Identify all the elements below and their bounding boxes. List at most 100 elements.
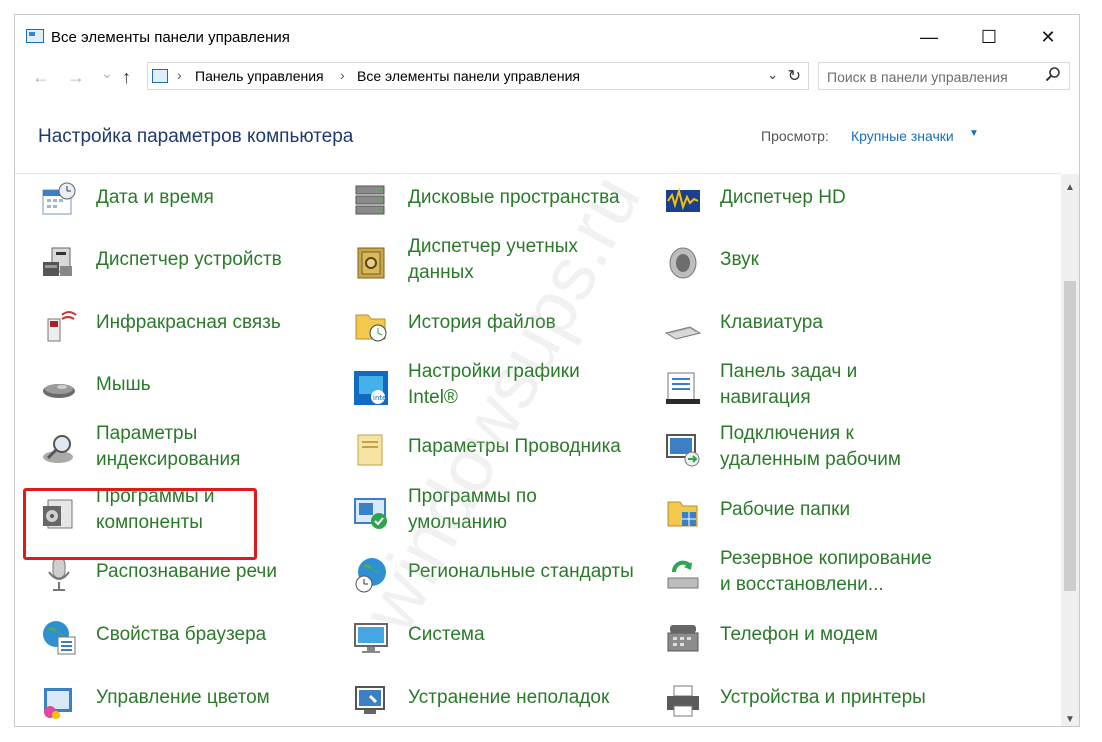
item-label-line: Диспетчер HD <box>720 187 846 208</box>
storage-spaces-icon <box>352 182 390 220</box>
highlight-frame <box>23 488 257 560</box>
item-label-line: Настройки графики <box>408 361 580 382</box>
scroll-up-icon[interactable]: ▲ <box>1061 178 1079 196</box>
item-devices-printers[interactable]: Устройства и принтеры <box>664 670 964 726</box>
taskbar-icon <box>664 369 702 407</box>
item-label: Диспетчер учетных данных <box>408 234 578 286</box>
search-input[interactable] <box>825 67 1039 87</box>
item-label: Параметры индексирования <box>96 421 240 473</box>
speaker-icon <box>664 244 702 282</box>
item-work-folders[interactable]: Рабочие папки <box>664 482 964 538</box>
item-sound[interactable]: Звук <box>664 232 964 288</box>
work-folders-icon <box>664 494 702 532</box>
view-mode-dropdown[interactable]: Крупные значки <box>851 128 954 144</box>
item-indexing[interactable]: Параметры индексирования <box>40 419 340 475</box>
item-system[interactable]: Система <box>352 607 652 663</box>
item-label-line: Диспетчер учетных <box>408 236 578 257</box>
item-label: Диспетчер устройств <box>96 247 282 273</box>
item-hd-audio[interactable]: Диспетчер HD <box>664 174 964 226</box>
item-phone-modem[interactable]: Телефон и модем <box>664 607 964 663</box>
recent-locations-icon[interactable]: ⌄ <box>101 65 113 82</box>
item-label: Рабочие папки <box>720 497 850 523</box>
item-label-line: Программы по <box>408 486 537 507</box>
item-label-line: Дисковые пространства <box>408 187 620 208</box>
breadcrumb-all-items[interactable]: Все элементы панели управления <box>357 68 580 84</box>
item-label-line: История файлов <box>408 312 556 333</box>
control-panel-icon <box>152 69 168 83</box>
item-region[interactable]: Региональные стандарты <box>352 544 652 600</box>
item-label: Подключения к удаленным рабочим <box>720 421 901 473</box>
breadcrumb-control-panel[interactable]: Панель управления <box>195 68 324 84</box>
item-intel-graphics[interactable]: intel Настройки графики Intel® <box>352 357 652 413</box>
item-credential-manager[interactable]: Диспетчер учетных данных <box>352 232 652 288</box>
item-label-line: Подключения к <box>720 423 854 444</box>
item-label-line: Региональные стандарты <box>408 561 634 582</box>
item-label-line: Устройства и принтеры <box>720 687 926 708</box>
minimize-button[interactable]: — <box>900 15 958 59</box>
color-management-icon <box>40 682 78 720</box>
folder-options-icon <box>352 431 390 469</box>
item-backup-restore[interactable]: Резервное копирование и восстановлени... <box>664 544 964 600</box>
item-label-line: Мышь <box>96 374 151 395</box>
item-remote-app[interactable]: Подключения к удаленным рабочим <box>664 419 964 475</box>
items-grid: Дата и время Диспетчер устройств Инфракрас… <box>15 174 1060 726</box>
item-device-manager[interactable]: Диспетчер устройств <box>40 232 340 288</box>
hd-audio-icon <box>664 182 702 220</box>
item-label: Инфракрасная связь <box>96 310 281 336</box>
item-internet-options[interactable]: Свойства браузера <box>40 607 340 663</box>
item-label-line: индексирования <box>96 449 241 470</box>
item-label-line: умолчанию <box>408 512 507 533</box>
refresh-icon[interactable]: ↻ <box>788 66 801 86</box>
breadcrumb-separator: › <box>340 67 345 83</box>
item-date-time[interactable]: Дата и время <box>40 174 340 226</box>
vertical-scrollbar[interactable]: ▲ ▼ <box>1061 174 1079 726</box>
item-explorer-options[interactable]: Параметры Проводника <box>352 419 652 475</box>
calendar-clock-icon <box>40 182 78 220</box>
control-panel-window: Все элементы панели управления — ☐ ✕ ← →… <box>14 14 1080 727</box>
item-label-line: Устранение неполадок <box>408 687 610 708</box>
item-label-line: Звук <box>720 249 759 270</box>
item-label-line: Intel® <box>408 387 458 408</box>
item-troubleshooting[interactable]: Устранение неполадок <box>352 670 652 726</box>
item-label: Распознавание речи <box>96 559 277 585</box>
view-label: Просмотр: <box>761 128 829 144</box>
item-label: Звук <box>720 247 759 273</box>
globe-clock-icon <box>352 556 390 594</box>
item-storage-spaces[interactable]: Дисковые пространства <box>352 174 652 226</box>
printer-icon <box>664 682 702 720</box>
item-label: История файлов <box>408 310 556 336</box>
safe-icon <box>352 244 390 282</box>
backup-icon <box>664 556 702 594</box>
monitor-icon <box>352 619 390 657</box>
scroll-thumb[interactable] <box>1064 281 1076 591</box>
item-mouse[interactable]: Мышь <box>40 357 340 413</box>
troubleshoot-icon <box>352 682 390 720</box>
item-label: Диспетчер HD <box>720 185 846 211</box>
item-color-management[interactable]: Управление цветом <box>40 670 340 726</box>
item-taskbar[interactable]: Панель задач и навигация <box>664 357 964 413</box>
item-label-line: навигация <box>720 387 811 408</box>
item-label-line: Резервное копирование <box>720 548 932 569</box>
back-arrow-icon[interactable]: ← <box>32 67 50 88</box>
address-bar[interactable]: › Панель управления › Все элементы панел… <box>147 62 809 90</box>
svg-text:intel: intel <box>373 394 388 402</box>
forward-arrow-icon[interactable]: → <box>67 67 85 88</box>
up-arrow-icon[interactable]: ↑ <box>122 67 131 88</box>
item-default-programs[interactable]: Программы по умолчанию <box>352 482 652 538</box>
scroll-down-icon[interactable]: ▼ <box>1061 710 1079 726</box>
chevron-down-icon[interactable]: ⌄ <box>767 67 778 83</box>
item-label-line: Клавиатура <box>720 312 823 333</box>
item-infrared[interactable]: Инфракрасная связь <box>40 295 340 351</box>
search-box[interactable] <box>818 62 1070 90</box>
item-label: Устройства и принтеры <box>720 685 926 711</box>
close-button[interactable]: ✕ <box>1019 15 1077 59</box>
title-bar: Все элементы панели управления — ☐ ✕ <box>15 15 1079 59</box>
device-manager-icon <box>40 244 78 282</box>
item-label: Программы по умолчанию <box>408 484 537 536</box>
maximize-button[interactable]: ☐ <box>960 15 1018 59</box>
item-file-history[interactable]: История файлов <box>352 295 652 351</box>
item-label-line: и восстановлени... <box>720 574 884 595</box>
search-icon[interactable] <box>1045 66 1061 86</box>
item-keyboard[interactable]: Клавиатура <box>664 295 964 351</box>
dropdown-caret-icon[interactable]: ▼ <box>969 128 979 139</box>
